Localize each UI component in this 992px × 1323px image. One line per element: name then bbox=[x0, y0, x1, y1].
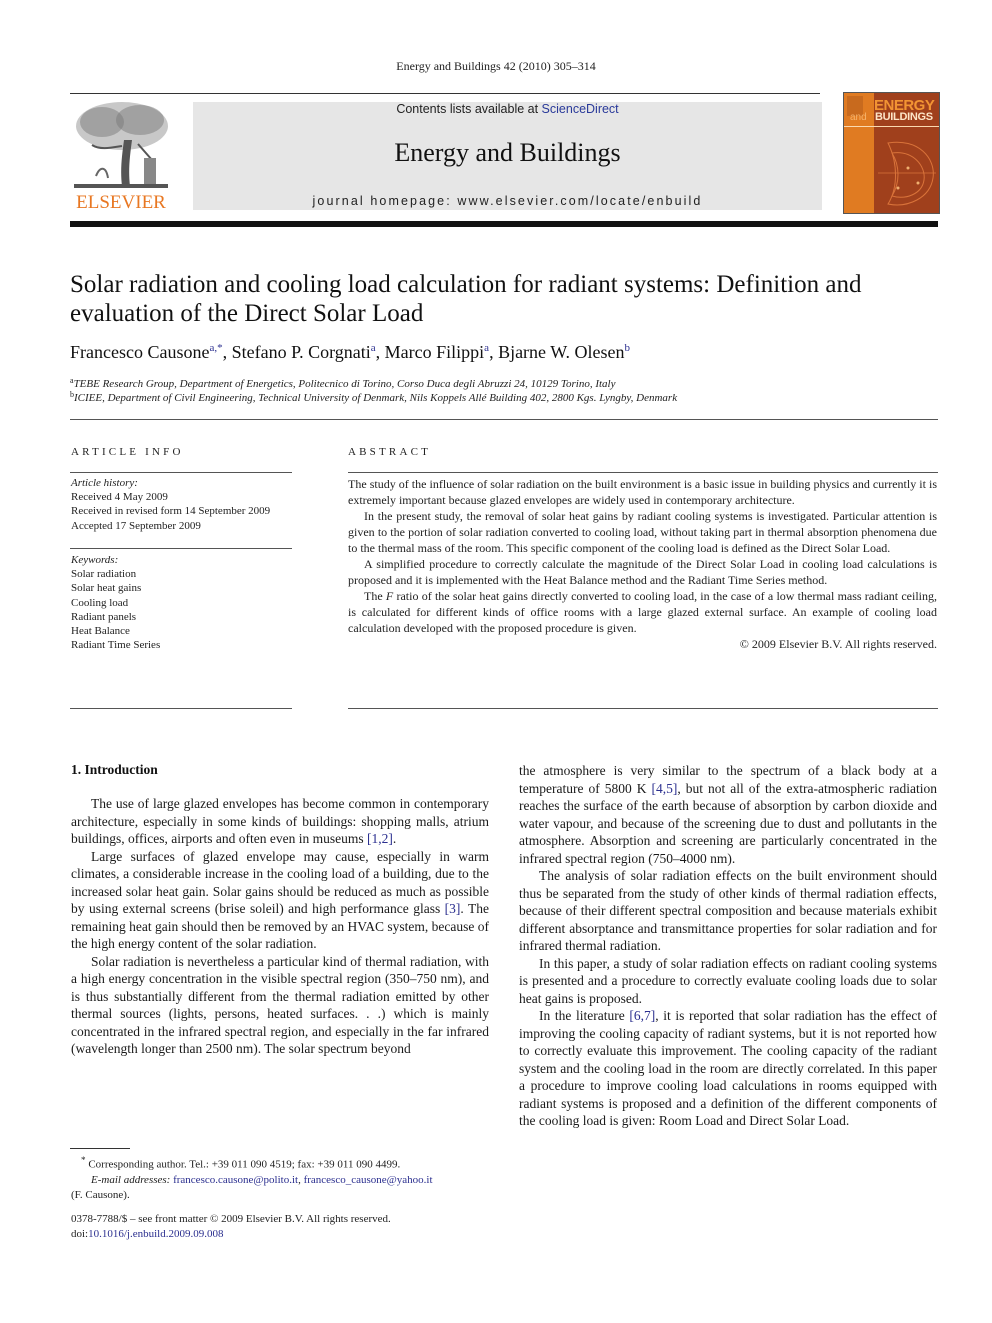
author-affiliation-marker[interactable]: a,* bbox=[209, 342, 222, 354]
body-paragraph: In this paper, a study of solar radiatio… bbox=[519, 955, 937, 1006]
citation-link[interactable]: [3] bbox=[445, 901, 461, 916]
keywords-label: Keywords: bbox=[71, 554, 119, 566]
keyword-item: Cooling load bbox=[71, 596, 129, 609]
article-history-label: Article history: bbox=[71, 477, 138, 489]
abstract-paragraph: The study of the influence of solar radi… bbox=[348, 477, 937, 507]
elsevier-wordmark: ELSEVIER bbox=[76, 192, 166, 213]
cover-title-and: and bbox=[850, 112, 867, 123]
article-title: Solar radiation and cooling load calcula… bbox=[70, 271, 862, 327]
affiliation-text: ICIEE, Department of Civil Engineering, … bbox=[74, 392, 678, 404]
keyword-item: Radiant panels bbox=[71, 610, 137, 623]
footnote-line: E-mail addresses: francesco.causone@poli… bbox=[71, 1173, 491, 1188]
article-info-rule bbox=[70, 548, 292, 549]
abstract-body: The study of the influence of solar radi… bbox=[348, 476, 937, 652]
journal-cover-thumbnail[interactable]: ENERGY and BUILDINGS bbox=[843, 92, 940, 214]
front-matter: 0378-7788/$ – see front matter © 2009 El… bbox=[71, 1212, 491, 1242]
header-top-rule bbox=[70, 93, 820, 94]
footnote-line: * Corresponding author. Tel.: +39 011 09… bbox=[71, 1153, 491, 1173]
author-name[interactable]: Stefano P. Corgnati bbox=[232, 342, 371, 362]
text-span: In the literature bbox=[539, 1008, 630, 1023]
keyword-item: Solar heat gains bbox=[71, 582, 142, 595]
citation-link[interactable]: [6,7] bbox=[629, 1008, 655, 1023]
text-span: ratio of the solar heat gains directly c… bbox=[348, 589, 938, 635]
affiliation-a: aTEBE Research Group, Department of Ener… bbox=[70, 376, 930, 390]
text-span: . bbox=[392, 831, 397, 846]
doi-link[interactable]: 10.1016/j.enbuild.2009.09.008 bbox=[88, 1228, 223, 1240]
text-span: , it is reported that solar radiation ha… bbox=[519, 1008, 937, 1128]
author-name[interactable]: Bjarne W. Olesen bbox=[498, 342, 624, 362]
body-paragraph: The use of large glazed envelopes has be… bbox=[71, 795, 489, 848]
body-paragraph: Large surfaces of glazed envelope may ca… bbox=[71, 848, 489, 953]
history-item: Received 4 May 2009 bbox=[71, 491, 168, 504]
section-heading-introduction: 1. Introduction bbox=[71, 762, 158, 777]
homepage-url[interactable]: www.elsevier.com/locate/enbuild bbox=[457, 194, 702, 208]
doi-line: doi:10.1016/j.enbuild.2009.09.008 bbox=[71, 1227, 491, 1242]
sciencedirect-link[interactable]: ScienceDirect bbox=[542, 102, 619, 116]
footnote-line: (F. Causone). bbox=[71, 1188, 130, 1201]
cover-divider bbox=[844, 126, 939, 127]
elsevier-logo[interactable]: ELSEVIER bbox=[70, 100, 172, 214]
journal-name: Energy and Buildings bbox=[394, 138, 621, 167]
author-affiliation-marker[interactable]: a bbox=[484, 342, 489, 354]
text-span: The use of large glazed envelopes has be… bbox=[71, 796, 489, 846]
cover-title-buildings: BUILDINGS bbox=[875, 111, 933, 123]
history-item: Accepted 17 September 2009 bbox=[71, 519, 201, 532]
abstract-paragraph: The F ratio of the solar heat gains dire… bbox=[348, 588, 937, 636]
abstract-copyright: © 2009 Elsevier B.V. All rights reserved… bbox=[739, 637, 937, 651]
affiliation-b: bICIEE, Department of Civil Engineering,… bbox=[70, 390, 930, 404]
journal-masthead: Contents lists available at ScienceDirec… bbox=[193, 102, 822, 210]
body-paragraph: Solar radiation is nevertheless a partic… bbox=[71, 953, 489, 1057]
author-name[interactable]: Marco Filippi bbox=[385, 342, 485, 362]
running-head: Energy and Buildings 42 (2010) 305–314 bbox=[396, 59, 596, 73]
article-history: Article history: Received 4 May 2009 Rec… bbox=[71, 476, 301, 533]
body-paragraph: In the literature [6,7], it is reported … bbox=[519, 1007, 937, 1130]
abstract-paragraph: A simplified procedure to correctly calc… bbox=[348, 557, 937, 587]
article-info-rule bbox=[70, 472, 292, 473]
text-span: Large surfaces of glazed envelope may ca… bbox=[71, 848, 489, 917]
corresponding-author-footnote: * Corresponding author. Tel.: +39 011 09… bbox=[71, 1153, 491, 1203]
title-divider bbox=[70, 419, 938, 420]
email-link[interactable]: francesco_causone@yahoo.it bbox=[304, 1174, 433, 1186]
article-info-rule bbox=[70, 708, 292, 709]
abstract-rule bbox=[348, 472, 938, 473]
contents-line: Contents lists available at ScienceDirec… bbox=[193, 102, 822, 116]
body-column-left: The use of large glazed envelopes has be… bbox=[71, 795, 489, 1058]
abstract-heading: ABSTRACT bbox=[348, 446, 432, 458]
homepage-prefix: journal homepage: bbox=[312, 194, 458, 208]
citation-link[interactable]: [4,5] bbox=[652, 781, 678, 796]
citation-link[interactable]: [1,2] bbox=[367, 831, 393, 846]
author-name[interactable]: Francesco Causone bbox=[70, 342, 209, 362]
history-item: Received in revised form 14 September 20… bbox=[71, 505, 271, 518]
keyword-item: Solar radiation bbox=[71, 568, 137, 581]
header-thick-rule bbox=[70, 221, 938, 227]
body-paragraph: the atmosphere is very similar to the sp… bbox=[519, 762, 937, 867]
footnote-rule bbox=[70, 1148, 130, 1149]
abstract-paragraph: In the present study, the removal of sol… bbox=[348, 509, 937, 555]
issn-line: 0378-7788/$ – see front matter © 2009 El… bbox=[71, 1213, 391, 1225]
article-info-heading: ARTICLE INFO bbox=[71, 446, 184, 458]
cover-graphic-icon bbox=[878, 141, 936, 206]
text-span: The bbox=[364, 589, 386, 603]
contents-prefix: Contents lists available at bbox=[396, 102, 542, 116]
body-column-right: the atmosphere is very similar to the sp… bbox=[519, 762, 937, 1130]
author-affiliation-marker[interactable]: a bbox=[371, 342, 376, 354]
keyword-item: Heat Balance bbox=[71, 625, 130, 638]
email-link[interactable]: francesco.causone@polito.it bbox=[173, 1174, 298, 1186]
footnote-text: Corresponding author. Tel.: +39 011 090 … bbox=[88, 1158, 401, 1171]
footnote-marker: * bbox=[81, 1155, 86, 1165]
affiliation-text: TEBE Research Group, Department of Energ… bbox=[73, 378, 616, 390]
email-label: E-mail addresses: bbox=[91, 1173, 171, 1186]
doi-prefix: doi: bbox=[71, 1228, 89, 1240]
author-affiliation-marker[interactable]: b bbox=[625, 342, 631, 354]
keywords: Keywords: Solar radiation Solar heat gai… bbox=[71, 553, 301, 652]
author-list: Francesco Causonea,*, Stefano P. Corgnat… bbox=[70, 342, 631, 362]
abstract-rule bbox=[348, 708, 938, 709]
journal-homepage: journal homepage: www.elsevier.com/locat… bbox=[193, 194, 822, 208]
keyword-item: Radiant Time Series bbox=[71, 639, 161, 652]
body-paragraph: The analysis of solar radiation effects … bbox=[519, 868, 937, 953]
elsevier-tree-icon bbox=[72, 100, 170, 190]
